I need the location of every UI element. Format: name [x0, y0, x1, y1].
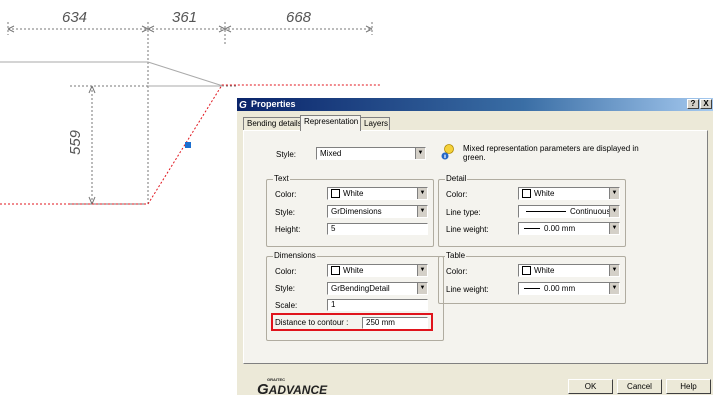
- table-color-label: Color:: [446, 267, 468, 276]
- style-select[interactable]: Mixed ▼: [316, 147, 426, 160]
- text-color-label: Color:: [275, 190, 297, 199]
- dialog-title: Properties: [251, 99, 296, 109]
- text-height-input[interactable]: 5: [327, 223, 428, 235]
- info-text-line2: green.: [463, 153, 486, 162]
- chevron-down-icon[interactable]: ▼: [609, 265, 619, 276]
- dim-text-668: 668: [286, 9, 312, 26]
- detail-color-label: Color:: [446, 190, 468, 199]
- dimensions-group: Dimensions Color: White ▼ Style: GrBendi…: [266, 251, 444, 341]
- detail-linetype-select[interactable]: Continuous ▼: [518, 205, 620, 218]
- dim-text-361: 361: [172, 9, 197, 26]
- logo-small-text: GRAITEC: [267, 377, 285, 382]
- dim-scale-input[interactable]: 1: [327, 299, 428, 311]
- chevron-down-icon[interactable]: ▼: [609, 188, 619, 199]
- detail-lineweight-value: 0.00 mm: [544, 224, 576, 233]
- table-lineweight-label: Line weight:: [446, 285, 489, 294]
- dim-color-value: White: [343, 266, 364, 275]
- detail-lineweight-select[interactable]: 0.00 mm ▼: [518, 222, 620, 235]
- table-lineweight-value: 0.00 mm: [544, 284, 576, 293]
- text-style-select[interactable]: GrDimensions ▼: [327, 205, 428, 218]
- white-swatch-icon: [522, 266, 531, 276]
- white-swatch-icon: [522, 189, 531, 199]
- logo-g: G: [257, 381, 269, 395]
- chevron-down-icon[interactable]: ▼: [609, 223, 619, 234]
- chevron-down-icon[interactable]: ▼: [417, 283, 427, 294]
- dialog-titlebar[interactable]: G Properties ? X: [237, 98, 713, 111]
- detail-linetype-label: Line type:: [446, 208, 481, 217]
- dim-text-559: 559: [67, 129, 84, 155]
- text-group: Text Color: White ▼ Style: GrDimensions …: [266, 174, 434, 247]
- chevron-down-icon[interactable]: ▼: [417, 206, 427, 217]
- detail-linetype-value: Continuous: [570, 207, 611, 216]
- properties-dialog: G Properties ? X Bending details Represe…: [236, 98, 713, 395]
- text-style-value: GrDimensions: [331, 207, 382, 216]
- text-style-label: Style:: [275, 208, 296, 217]
- help-title-button[interactable]: ?: [687, 99, 699, 109]
- text-group-title: Text: [273, 174, 290, 183]
- info-icon: [440, 143, 456, 161]
- distance-to-contour-input[interactable]: 250 mm: [362, 317, 428, 329]
- dim-style-select[interactable]: GrBendingDetail ▼: [327, 282, 428, 295]
- distance-to-contour-label: Distance to contour :: [275, 318, 349, 327]
- chevron-down-icon[interactable]: ▼: [417, 188, 427, 199]
- grip-handle[interactable]: [185, 142, 191, 148]
- chevron-down-icon[interactable]: ▼: [609, 206, 619, 217]
- chevron-down-icon[interactable]: ▼: [417, 265, 427, 276]
- dim-color-select[interactable]: White ▼: [327, 264, 428, 277]
- style-select-value: Mixed: [320, 149, 342, 158]
- table-group: Table Color: White ▼ Line weight: 0.00 m…: [438, 251, 626, 304]
- dim-scale-label: Scale:: [275, 301, 298, 310]
- white-swatch-icon: [331, 266, 340, 276]
- line-preview-icon: [526, 211, 566, 213]
- text-color-select[interactable]: White ▼: [327, 187, 428, 200]
- dim-color-label: Color:: [275, 267, 297, 276]
- dimensions-group-title: Dimensions: [273, 251, 317, 260]
- chevron-down-icon[interactable]: ▼: [609, 283, 619, 294]
- table-lineweight-select[interactable]: 0.00 mm ▼: [518, 282, 620, 295]
- table-group-title: Table: [445, 251, 467, 260]
- info-text-line1: Mixed representation parameters are disp…: [463, 144, 639, 153]
- tab-representation[interactable]: Representation: [300, 115, 361, 131]
- tab-layers[interactable]: Layers: [360, 117, 390, 130]
- detail-group: Detail Color: White ▼ Line type: Continu…: [438, 174, 626, 247]
- white-swatch-icon: [331, 189, 340, 199]
- text-color-value: White: [343, 189, 364, 198]
- line-preview-icon: [524, 228, 540, 230]
- logo-text: ADVANCE: [268, 383, 328, 395]
- detail-lineweight-label: Line weight:: [446, 225, 489, 234]
- tab-bending-details[interactable]: Bending details: [243, 117, 302, 130]
- dim-style-label: Style:: [275, 284, 296, 293]
- chevron-down-icon[interactable]: ▼: [415, 148, 425, 159]
- cancel-button[interactable]: Cancel: [617, 379, 662, 394]
- detail-group-title: Detail: [445, 174, 468, 183]
- representation-panel: Style: Mixed ▼ Mixed representation para…: [243, 130, 708, 364]
- ok-button[interactable]: OK: [568, 379, 613, 394]
- dim-text-634: 634: [62, 9, 87, 26]
- line-preview-icon: [524, 288, 540, 290]
- dim-style-value: GrBendingDetail: [331, 284, 390, 293]
- graitec-advance-logo: GRAITEC GADVANCE: [257, 377, 328, 395]
- graitec-app-icon: G: [239, 100, 247, 111]
- table-color-select[interactable]: White ▼: [518, 264, 620, 277]
- detail-color-select[interactable]: White ▼: [518, 187, 620, 200]
- help-button[interactable]: Help: [666, 379, 711, 394]
- close-title-button[interactable]: X: [700, 99, 712, 109]
- detail-color-value: White: [534, 189, 555, 198]
- table-color-value: White: [534, 266, 555, 275]
- style-label: Style:: [276, 150, 297, 159]
- text-height-label: Height:: [275, 225, 301, 234]
